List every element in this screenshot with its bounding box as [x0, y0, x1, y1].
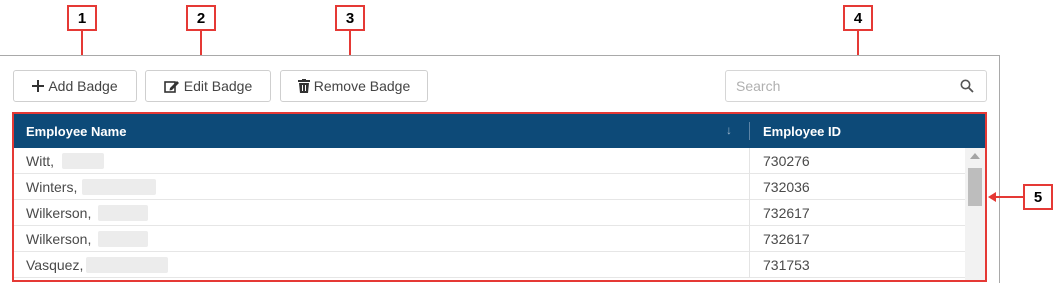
trash-icon [297, 79, 310, 93]
table-row[interactable]: Wilkerson, 732617 [14, 226, 965, 252]
scroll-up-arrow[interactable] [970, 153, 980, 159]
employee-id-cell: 730276 [763, 153, 810, 169]
table-row[interactable]: Winters, 732036 [14, 174, 965, 200]
cell-divider [749, 148, 750, 174]
table-row[interactable]: Vasquez, 731753 [14, 252, 965, 278]
callout-5: 5 [1023, 184, 1053, 210]
cell-divider [749, 174, 750, 200]
sort-down-icon[interactable]: ↓ [726, 123, 732, 137]
redacted-name [62, 153, 104, 169]
callout-3: 3 [335, 5, 365, 31]
cell-divider [749, 200, 750, 226]
employee-id-cell: 732617 [763, 205, 810, 221]
scrollbar-thumb[interactable] [968, 168, 982, 206]
employee-name-cell: Vasquez, [26, 257, 84, 273]
employee-grid: Employee Name ↓ Employee ID Witt, 730276… [12, 112, 987, 282]
add-badge-button[interactable]: Add Badge [13, 70, 137, 102]
add-badge-label: Add Badge [48, 78, 118, 94]
callout-1: 1 [67, 5, 97, 31]
callout-4: 4 [843, 5, 873, 31]
search-input[interactable] [726, 71, 951, 101]
table-row[interactable]: Witt, 730276 [14, 148, 965, 174]
cell-divider [749, 252, 750, 278]
table-row[interactable]: Wilkerson, 732617 [14, 200, 965, 226]
employee-id-cell: 731753 [763, 257, 810, 273]
callout-5-line [995, 196, 1023, 198]
employee-name-cell: Winters, [26, 179, 78, 195]
employee-name-cell: Wilkerson, [26, 231, 92, 247]
cell-divider [749, 226, 750, 252]
column-separator[interactable] [749, 122, 750, 140]
employee-id-cell: 732617 [763, 231, 810, 247]
edit-badge-button[interactable]: Edit Badge [145, 70, 271, 102]
column-header-employee-id[interactable]: Employee ID [763, 124, 841, 139]
search-icon[interactable] [960, 79, 974, 98]
edit-icon [163, 79, 180, 93]
vertical-scrollbar[interactable] [965, 148, 985, 280]
remove-badge-button[interactable]: Remove Badge [280, 70, 428, 102]
redacted-name [98, 231, 148, 247]
search-box [725, 70, 987, 102]
redacted-name [82, 179, 156, 195]
redacted-name [98, 205, 148, 221]
plus-icon [32, 80, 45, 92]
column-header-employee-name[interactable]: Employee Name [26, 124, 126, 139]
employee-name-cell: Witt, [26, 153, 54, 169]
edit-badge-label: Edit Badge [183, 78, 253, 94]
remove-badge-label: Remove Badge [313, 78, 411, 94]
employee-id-cell: 732036 [763, 179, 810, 195]
callout-2: 2 [186, 5, 216, 31]
grid-header: Employee Name ↓ Employee ID [14, 114, 985, 148]
redacted-name [86, 257, 168, 273]
employee-name-cell: Wilkerson, [26, 205, 92, 221]
